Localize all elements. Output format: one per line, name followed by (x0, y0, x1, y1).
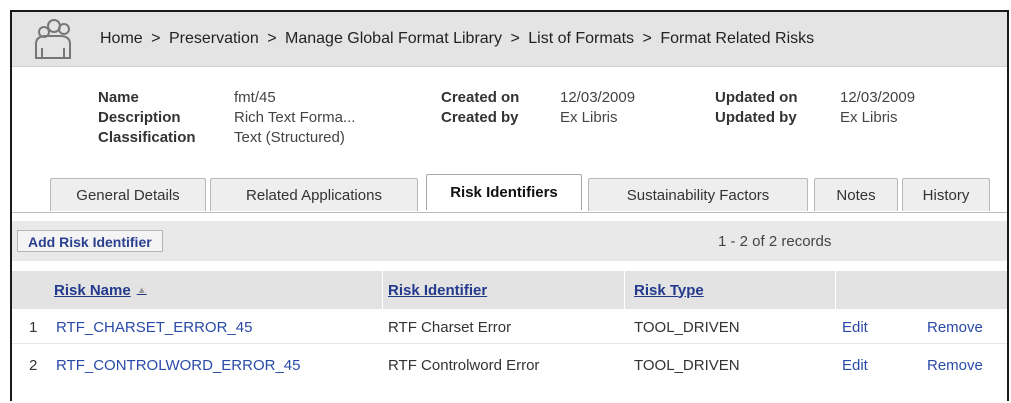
name-value: fmt/45 (234, 89, 276, 106)
risk-type-cell: TOOL_DRIVEN (634, 357, 740, 374)
breadcrumb-separator: > (267, 30, 277, 47)
details-values-col3: 12/03/2009 Ex Libris (840, 88, 915, 128)
risk-name-header-label: Risk Name (54, 281, 131, 299)
row-number: 1 (29, 319, 38, 336)
breadcrumb-home[interactable]: Home (100, 30, 143, 47)
tab-history[interactable]: History (902, 178, 990, 211)
users-icon (35, 19, 71, 59)
tab-related-applications[interactable]: Related Applications (210, 178, 418, 211)
remove-link[interactable]: Remove (927, 319, 983, 336)
classification-value: Text (Structured) (234, 129, 345, 146)
details-labels-col1: Name Description Classification (98, 88, 196, 148)
table-row: 2 RTF_CONTROLWORD_ERROR_45 RTF Controlwo… (12, 351, 1007, 381)
column-header-risk-identifier[interactable]: Risk Identifier (388, 271, 487, 309)
remove-link[interactable]: Remove (927, 357, 983, 374)
breadcrumb-format-library[interactable]: Manage Global Format Library (285, 30, 502, 47)
updated-by-label: Updated by (715, 109, 797, 126)
table-header: Risk Name ▲ Risk Identifier Risk Type (12, 271, 1007, 309)
breadcrumb-separator: > (151, 30, 161, 47)
details-labels-col3: Updated on Updated by (715, 88, 798, 128)
record-count: 1 - 2 of 2 records (718, 233, 832, 250)
tab-general-details[interactable]: General Details (50, 178, 206, 211)
risk-identifier-cell: RTF Controlword Error (388, 357, 540, 374)
name-label: Name (98, 89, 139, 106)
row-divider (12, 343, 1007, 344)
created-on-value: 12/03/2009 (560, 89, 636, 106)
sort-ascending-icon: ▲ (136, 284, 147, 296)
breadcrumb-current: Format Related Risks (660, 30, 815, 47)
description-label: Description (98, 109, 181, 126)
table-row: 1 RTF_CHARSET_ERROR_45 RTF Charset Error… (12, 313, 1007, 343)
column-separator (624, 271, 625, 309)
updated-by-value: Ex Libris (840, 109, 898, 126)
risk-identifier-cell: RTF Charset Error (388, 319, 512, 336)
edit-link[interactable]: Edit (842, 357, 868, 374)
risk-type-cell: TOOL_DRIVEN (634, 319, 740, 336)
details-labels-col2: Created on Created by (441, 88, 519, 128)
column-separator (835, 271, 836, 309)
tab-risk-identifiers[interactable]: Risk Identifiers (426, 174, 582, 210)
column-header-risk-name[interactable]: Risk Name ▲ (54, 271, 147, 309)
created-by-label: Created by (441, 109, 519, 126)
breadcrumb-preservation[interactable]: Preservation (169, 30, 259, 47)
edit-link[interactable]: Edit (842, 319, 868, 336)
created-by-value: Ex Libris (560, 109, 618, 126)
created-on-label: Created on (441, 89, 520, 106)
classification-value-wrap: Text (Structured) (234, 128, 345, 148)
breadcrumb-separator: > (510, 30, 520, 47)
risk-name-link[interactable]: RTF_CONTROLWORD_ERROR_45 (56, 357, 300, 374)
classification-label: Classification (98, 129, 196, 146)
updated-on-label: Updated on (715, 89, 798, 106)
breadcrumb: Home > Preservation > Manage Global Form… (100, 30, 814, 48)
column-header-risk-type[interactable]: Risk Type (634, 271, 704, 309)
breadcrumb-separator: > (642, 30, 652, 47)
description-value: Rich Text Forma... (234, 109, 356, 126)
risk-name-link[interactable]: RTF_CHARSET_ERROR_45 (56, 319, 252, 336)
tab-sustainability-factors[interactable]: Sustainability Factors (588, 178, 808, 211)
column-separator (382, 271, 383, 309)
row-number: 2 (29, 357, 38, 374)
breadcrumb-list-of-formats[interactable]: List of Formats (528, 30, 634, 47)
page-header: Home > Preservation > Manage Global Form… (12, 12, 1007, 67)
tab-divider (12, 212, 1007, 213)
details-values-col2: 12/03/2009 Ex Libris (560, 88, 635, 128)
tab-notes[interactable]: Notes (814, 178, 898, 211)
add-risk-identifier-button[interactable]: Add Risk Identifier (17, 230, 163, 252)
toolbar: Add Risk Identifier 1 - 2 of 2 records (12, 221, 1007, 261)
details-values-col1: fmt/45 Rich Text Forma... (234, 88, 355, 128)
updated-on-value: 12/03/2009 (840, 89, 916, 106)
